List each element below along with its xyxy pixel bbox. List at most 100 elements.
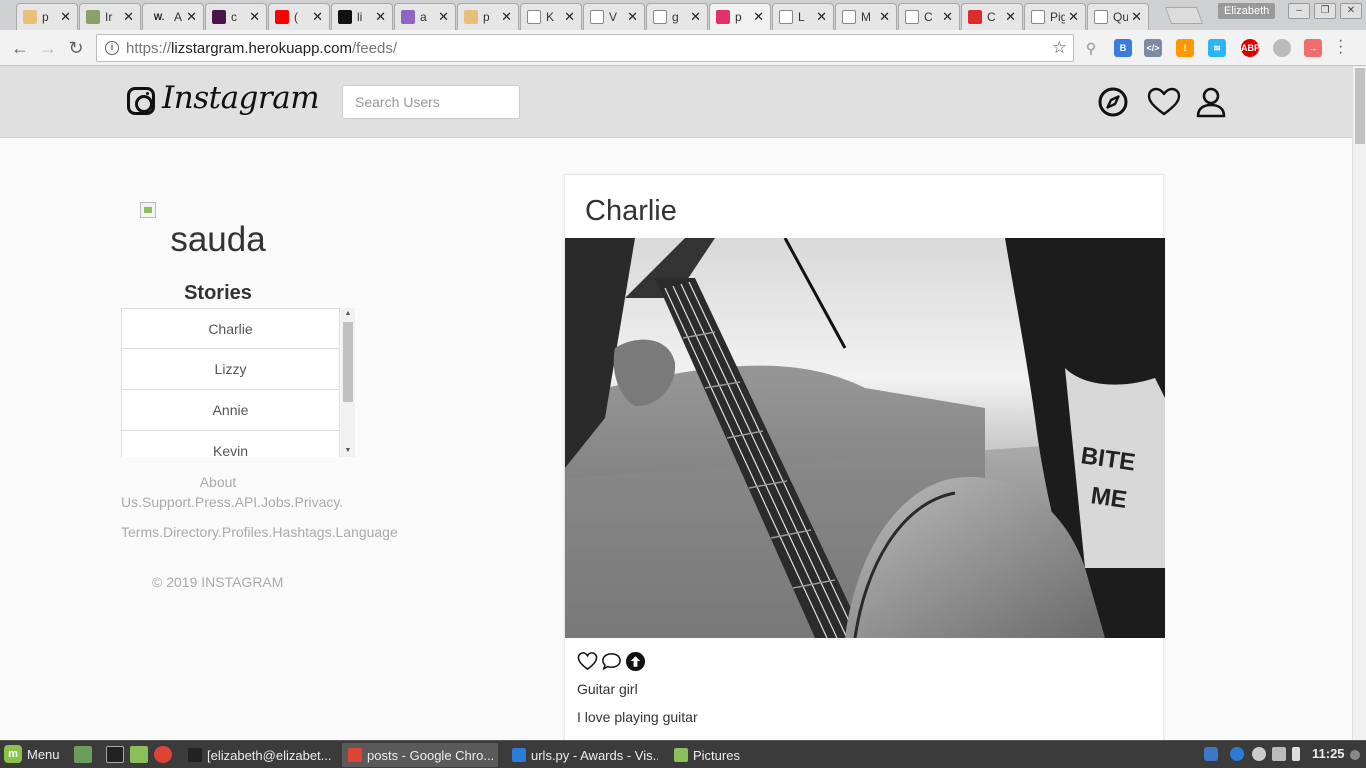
tab-close-icon[interactable]: ✕	[312, 9, 323, 25]
start-menu-button[interactable]: m Menu	[4, 745, 60, 763]
page-scrollbar[interactable]	[1352, 66, 1366, 740]
files-launcher-icon[interactable]	[130, 746, 148, 763]
instagram-camera-icon[interactable]	[127, 87, 155, 115]
story-item[interactable]: Charlie	[121, 308, 340, 349]
story-item[interactable]: Kevin	[121, 431, 340, 457]
browser-tab[interactable]: c ✕	[205, 3, 267, 30]
stories-scrollbar[interactable]: ▲ ▼	[341, 308, 355, 457]
footer-links-row-1[interactable]: Us.Support.Press.API.Jobs.Privacy.	[121, 494, 343, 510]
address-bar[interactable]: i https://lizstargram.herokuapp.com/feed…	[96, 34, 1074, 62]
instagram-logo-text[interactable]: Instagram	[162, 80, 320, 116]
url-scheme: https://	[126, 39, 172, 57]
zoom-icon[interactable]: ⚲	[1082, 39, 1100, 57]
share-upload-icon[interactable]	[625, 651, 646, 672]
browser-tab[interactable]: C ✕	[961, 3, 1023, 30]
browser-tab[interactable]: C ✕	[898, 3, 960, 30]
comment-bubble-icon[interactable]	[601, 651, 622, 672]
browser-profile-badge[interactable]: Elizabeth	[1218, 3, 1276, 19]
taskbar-clock[interactable]: 11:25	[1312, 746, 1345, 761]
back-arrow-icon[interactable]: ←	[8, 36, 32, 60]
story-item[interactable]: Lizzy	[121, 349, 340, 390]
scroll-down-arrow-icon[interactable]: ▼	[341, 445, 355, 457]
user-profile-icon[interactable]	[1196, 86, 1228, 118]
tab-close-icon[interactable]: ✕	[564, 9, 575, 25]
browser-tab[interactable]: K ✕	[520, 3, 582, 30]
browser-tab[interactable]: L ✕	[772, 3, 834, 30]
scroll-up-arrow-icon[interactable]: ▲	[341, 308, 355, 320]
forward-arrow-icon[interactable]: →	[36, 36, 60, 60]
extension-icon-3[interactable]: !	[1176, 39, 1194, 57]
taskbar-window-button[interactable]: [elizabeth@elizabet...	[182, 743, 332, 767]
extension-icon-2[interactable]: </>	[1144, 39, 1162, 57]
heart-activity-icon[interactable]	[1147, 86, 1181, 118]
browser-tab[interactable]: p ✕	[709, 3, 771, 30]
taskbar-window-button[interactable]: urls.py - Awards - Vis...	[506, 743, 658, 767]
tab-close-icon[interactable]: ✕	[438, 9, 449, 25]
tab-close-icon[interactable]: ✕	[249, 9, 260, 25]
browser-tab[interactable]: W. A ✕	[142, 3, 204, 30]
post-image[interactable]: BITE ME	[565, 238, 1165, 638]
network-tray-icon[interactable]	[1272, 747, 1286, 761]
browser-tab[interactable]: M ✕	[835, 3, 897, 30]
bluetooth-tray-icon[interactable]	[1230, 747, 1244, 761]
taskbar-window-button[interactable]: Pictures	[668, 743, 768, 767]
browser-menu-icon[interactable]: · · ·	[1338, 33, 1343, 61]
shield-tray-icon[interactable]	[1204, 747, 1218, 761]
tab-close-icon[interactable]: ✕	[627, 9, 638, 25]
tab-close-icon[interactable]: ✕	[375, 9, 386, 25]
terminal-launcher-icon[interactable]	[106, 746, 124, 763]
battery-tray-icon[interactable]	[1292, 747, 1300, 761]
close-window-button[interactable]: ✕	[1340, 3, 1362, 19]
browser-tab[interactable]: Pig D✕	[1024, 3, 1086, 30]
tab-close-icon[interactable]: ✕	[186, 9, 197, 25]
browser-tab[interactable]: Quiz✕	[1087, 3, 1149, 30]
browser-tab[interactable]: V ✕	[583, 3, 645, 30]
taskbar-window-button[interactable]: posts - Google Chro...	[342, 743, 498, 767]
browser-tab[interactable]: Ir ✕	[79, 3, 141, 30]
tab-close-icon[interactable]: ✕	[1005, 9, 1016, 25]
browser-tab[interactable]: a ✕	[394, 3, 456, 30]
tab-close-icon[interactable]: ✕	[942, 9, 953, 25]
notification-tray-icon[interactable]	[1350, 750, 1360, 760]
browser-tab[interactable]: p ✕	[457, 3, 519, 30]
tab-title: K	[546, 10, 555, 24]
like-heart-icon[interactable]	[577, 651, 598, 672]
tab-close-icon[interactable]: ✕	[753, 9, 764, 25]
minimize-window-button[interactable]: –	[1288, 3, 1310, 19]
reload-icon[interactable]: ↻	[64, 36, 88, 60]
footer-links-row-2[interactable]: Terms.Directory.Profiles.Hashtags.Langua…	[121, 524, 398, 540]
story-item[interactable]: Annie	[121, 390, 340, 431]
extension-icon-1[interactable]: B	[1114, 39, 1132, 57]
tab-close-icon[interactable]: ✕	[60, 9, 71, 25]
post-username[interactable]: Charlie	[585, 195, 677, 228]
page-scrollbar-thumb[interactable]	[1355, 68, 1365, 144]
browser-tab[interactable]: li ✕	[331, 3, 393, 30]
tab-close-icon[interactable]: ✕	[123, 9, 134, 25]
adblock-plus-icon[interactable]: ABP	[1241, 39, 1260, 57]
site-info-icon[interactable]: i	[105, 41, 119, 55]
bookmark-star-icon[interactable]: ☆	[1052, 38, 1067, 58]
show-desktop-icon[interactable]	[74, 746, 92, 763]
tab-close-icon[interactable]: ✕	[816, 9, 827, 25]
tab-close-icon[interactable]: ✕	[1131, 9, 1142, 25]
compass-explore-icon[interactable]	[1097, 86, 1129, 118]
browser-tab[interactable]: p ✕	[16, 3, 78, 30]
footer-about-link[interactable]: About	[121, 474, 315, 490]
extension-icon-5[interactable]	[1273, 39, 1291, 57]
restore-window-button[interactable]: ❐	[1314, 3, 1336, 19]
stories-scrollbar-thumb[interactable]	[343, 322, 353, 402]
tab-close-icon[interactable]: ✕	[1068, 9, 1079, 25]
profile-username[interactable]: sauda	[121, 220, 315, 260]
tab-close-icon[interactable]: ✕	[690, 9, 701, 25]
extension-icon-6[interactable]: →	[1304, 39, 1322, 57]
new-tab-button[interactable]	[1164, 7, 1204, 24]
extension-icon-4[interactable]: ≋	[1208, 39, 1226, 57]
browser-tab[interactable]: g ✕	[646, 3, 708, 30]
tab-close-icon[interactable]: ✕	[501, 9, 512, 25]
tab-favicon-icon	[527, 10, 541, 24]
search-users-input[interactable]	[342, 85, 520, 119]
tab-close-icon[interactable]: ✕	[879, 9, 890, 25]
browser-tab[interactable]: (✕	[268, 3, 330, 30]
chrome-launcher-icon[interactable]	[154, 746, 172, 763]
user-tray-icon[interactable]	[1252, 747, 1266, 761]
